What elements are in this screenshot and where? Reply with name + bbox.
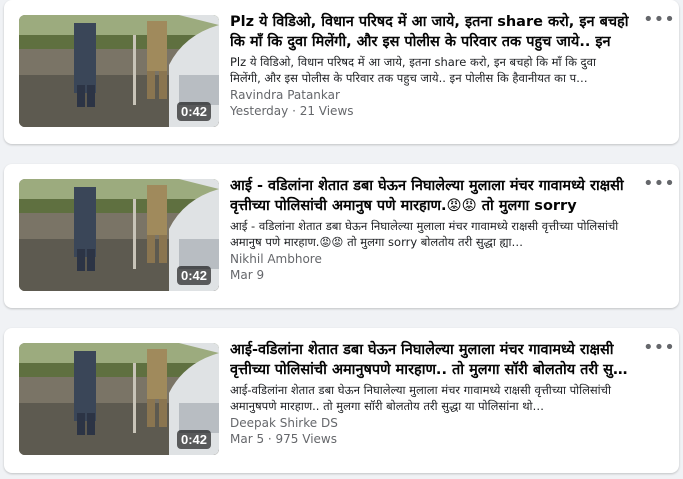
video-author[interactable]: Deepak Shirke DS [230, 415, 630, 431]
video-result-card[interactable]: 0:42 आई-वडिलांना शेतात डबा घेऊन निघालेल्… [4, 328, 679, 473]
video-meta: Mar 9 [230, 268, 265, 282]
video-title[interactable]: आई - वडिलांना शेतात डबा घेऊन निघालेल्या … [230, 176, 630, 216]
video-description: आई - वडिलांना शेतात डबा घेऊन निघालेल्या … [230, 219, 619, 249]
video-author[interactable]: Ravindra Patankar [230, 87, 630, 103]
video-duration: 0:42 [176, 266, 211, 285]
video-thumbnail[interactable]: 0:42 [19, 15, 219, 127]
video-duration: 0:42 [176, 102, 211, 121]
video-description: Plz ये विडिओ, विधान परिषद में आ जाये, इत… [230, 55, 597, 85]
video-thumbnail[interactable]: 0:42 [19, 179, 219, 291]
video-title[interactable]: Plz ये विडिओ, विधान परिषद में आ जाये, इत… [230, 12, 630, 52]
video-meta: Mar 5 · 975 Views [230, 432, 337, 446]
more-horizontal-icon[interactable]: ••• [643, 339, 675, 360]
video-title[interactable]: आई-वडिलांना शेतात डबा घेऊन निघालेल्या मु… [230, 340, 630, 380]
video-result-card[interactable]: 0:42 आई - वडिलांना शेतात डबा घेऊन निघाले… [4, 164, 679, 308]
more-horizontal-icon[interactable]: ••• [643, 11, 675, 32]
video-description: आई-वडिलांना शेतात डबा घेऊन निघालेल्या मु… [230, 383, 611, 413]
video-duration: 0:42 [176, 430, 211, 449]
video-thumbnail[interactable]: 0:42 [19, 343, 219, 455]
video-result-card[interactable]: 0:42 Plz ये विडिओ, विधान परिषद में आ जाय… [4, 0, 679, 144]
video-meta: Yesterday · 21 Views [230, 104, 354, 118]
more-horizontal-icon[interactable]: ••• [643, 175, 675, 196]
video-author[interactable]: Nikhil Ambhore [230, 251, 630, 267]
